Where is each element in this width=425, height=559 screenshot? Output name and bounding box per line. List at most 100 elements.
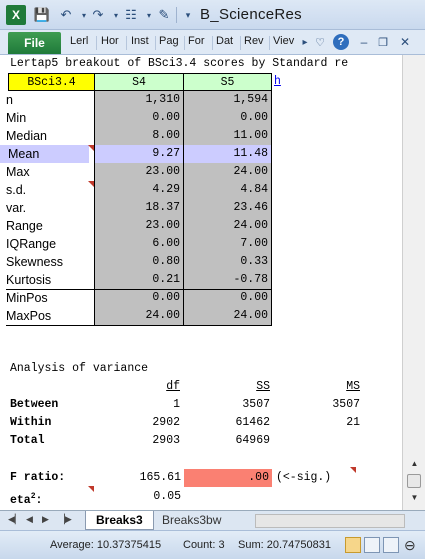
stats-s4-value[interactable]: 23.00 xyxy=(95,217,184,235)
anova-df-value[interactable]: 1 xyxy=(130,396,180,414)
stats-s5-value[interactable]: 23.46 xyxy=(184,199,272,217)
undo-icon[interactable]: ↶ xyxy=(56,5,76,25)
tab-formulas[interactable]: For xyxy=(188,35,205,47)
stats-label[interactable]: n xyxy=(6,91,94,109)
stats-label[interactable]: MinPos xyxy=(6,289,94,307)
stats-row: MinPos 0.00 0.00 xyxy=(0,289,402,307)
ribbon-tabs: File Lerl Hor Inst Pag For Dat Rev Viev … xyxy=(0,30,425,55)
tab-data[interactable]: Dat xyxy=(216,35,233,47)
excel-app-icon[interactable]: X xyxy=(6,5,26,25)
header-label-cell[interactable]: BSci3.4 xyxy=(8,73,95,91)
stats-s5-value[interactable]: 1,594 xyxy=(184,91,272,109)
stats-s5-value[interactable]: 24.00 xyxy=(184,307,272,325)
comment-indicator[interactable] xyxy=(88,181,94,187)
stats-label[interactable]: IQRange xyxy=(6,235,94,253)
stats-label[interactable]: var. xyxy=(6,199,94,217)
stats-s4-value[interactable]: 24.00 xyxy=(95,307,184,325)
comment-indicator[interactable] xyxy=(350,467,356,473)
prev-sheet-icon[interactable]: ◀ xyxy=(26,514,33,525)
customize-icon[interactable]: ▾ xyxy=(178,5,198,25)
stats-s4-value[interactable]: 9.27 xyxy=(95,145,184,163)
close-icon[interactable]: ✕ xyxy=(397,34,413,50)
eta-value[interactable]: 0.05 xyxy=(100,488,181,506)
anova-ss-value[interactable]: 3507 xyxy=(210,396,270,414)
stats-s5-value[interactable]: 4.84 xyxy=(184,181,272,199)
sheet-tab-breaks3[interactable]: Breaks3 xyxy=(85,511,154,530)
next-sheet-icon[interactable]: ▶ xyxy=(42,514,49,525)
minimize-ribbon-icon[interactable]: ♡ xyxy=(312,34,328,50)
anova-row-label[interactable]: Within xyxy=(10,414,51,432)
anova-df-value[interactable]: 2903 xyxy=(130,432,180,450)
page-layout-view-icon[interactable] xyxy=(364,537,380,553)
anova-ss-value[interactable]: 61462 xyxy=(210,414,270,432)
stats-s5-value[interactable]: -0.78 xyxy=(184,271,272,289)
file-tab[interactable]: File xyxy=(8,32,61,54)
tab-home[interactable]: Hor xyxy=(101,35,119,47)
stats-s4-value[interactable]: 18.37 xyxy=(95,199,184,217)
stats-s4-value[interactable]: 4.29 xyxy=(95,181,184,199)
tab-insert[interactable]: Inst xyxy=(131,35,149,47)
stats-s5-value[interactable]: 0.00 xyxy=(184,109,272,127)
stats-s4-value[interactable]: 0.00 xyxy=(95,109,184,127)
redo-icon[interactable]: ↷ xyxy=(88,5,108,25)
brush-icon[interactable]: ✎ xyxy=(154,5,174,25)
anova-row-label[interactable]: Total xyxy=(10,432,45,450)
minimize-icon[interactable]: – xyxy=(356,34,372,50)
header-s4-cell[interactable]: S4 xyxy=(95,73,184,91)
stats-s5-value[interactable]: 7.00 xyxy=(184,235,272,253)
anova-row-label[interactable]: Between xyxy=(10,396,58,414)
stats-label[interactable]: MaxPos xyxy=(6,307,94,325)
anova-ss-value[interactable]: 64969 xyxy=(210,432,270,450)
page-break-view-icon[interactable] xyxy=(383,537,399,553)
stats-s4-value[interactable]: 8.00 xyxy=(95,127,184,145)
ribbon-scroll-right-icon[interactable]: ▸ xyxy=(297,34,313,50)
tab-view[interactable]: Viev xyxy=(273,35,294,47)
zoom-out-icon[interactable]: ⊖ xyxy=(404,537,416,554)
stats-s4-value[interactable]: 0.00 xyxy=(95,289,184,307)
worksheet[interactable]: Lertap5 breakout of BSci3.4 scores by St… xyxy=(0,55,402,510)
anova-ms-value[interactable]: 21 xyxy=(310,414,360,432)
header-link-cell[interactable]: h xyxy=(274,73,281,91)
stats-s5-value[interactable]: 24.00 xyxy=(184,163,272,181)
first-sheet-icon[interactable]: ◀▏ xyxy=(8,514,22,525)
stats-label[interactable]: Max xyxy=(6,163,94,181)
comment-indicator[interactable] xyxy=(88,486,94,492)
comment-indicator[interactable] xyxy=(88,145,94,151)
scroll-thumb[interactable] xyxy=(407,474,421,488)
stats-label[interactable]: Kurtosis xyxy=(6,271,94,289)
stats-s4-value[interactable]: 6.00 xyxy=(95,235,184,253)
stats-label[interactable]: Mean xyxy=(0,145,89,163)
stats-s5-value[interactable]: 11.48 xyxy=(184,145,272,163)
restore-icon[interactable]: ❐ xyxy=(375,34,391,50)
stats-label[interactable]: Median xyxy=(6,127,94,145)
save-icon[interactable]: 💾 xyxy=(32,5,52,25)
stats-s4-value[interactable]: 0.80 xyxy=(95,253,184,271)
sheet-tab-breaks3bw[interactable]: Breaks3bw xyxy=(152,511,231,530)
scroll-down-icon[interactable]: ▼ xyxy=(408,491,421,503)
tab-lertap[interactable]: Lerl xyxy=(70,35,88,47)
status-count: Count: 3 xyxy=(183,539,225,551)
horizontal-scrollbar[interactable] xyxy=(255,514,405,528)
anova-df-value[interactable]: 2902 xyxy=(130,414,180,432)
stats-s5-value[interactable]: 11.00 xyxy=(184,127,272,145)
grid-icon[interactable]: ☷ xyxy=(121,5,141,25)
header-s5-cell[interactable]: S5 xyxy=(184,73,272,91)
stats-s4-value[interactable]: 23.00 xyxy=(95,163,184,181)
vertical-scrollbar[interactable]: ▲ ▼ xyxy=(402,55,425,510)
stats-s5-value[interactable]: 24.00 xyxy=(184,217,272,235)
tab-review[interactable]: Rev xyxy=(244,35,264,47)
normal-view-icon[interactable] xyxy=(345,537,361,553)
help-icon[interactable]: ? xyxy=(333,34,349,50)
tab-page-layout[interactable]: Pag xyxy=(159,35,179,47)
stats-s4-value[interactable]: 1,310 xyxy=(95,91,184,109)
stats-label[interactable]: Skewness xyxy=(6,253,94,271)
stats-label[interactable]: Range xyxy=(6,217,94,235)
stats-s5-value[interactable]: 0.33 xyxy=(184,253,272,271)
anova-ms-value[interactable]: 3507 xyxy=(310,396,360,414)
scroll-up-icon[interactable]: ▲ xyxy=(408,457,421,469)
stats-s4-value[interactable]: 0.21 xyxy=(95,271,184,289)
last-sheet-icon[interactable]: ▕▶ xyxy=(58,514,72,525)
stats-label[interactable]: s.d. xyxy=(6,181,94,199)
stats-s5-value[interactable]: 0.00 xyxy=(184,289,272,307)
stats-label[interactable]: Min xyxy=(6,109,94,127)
